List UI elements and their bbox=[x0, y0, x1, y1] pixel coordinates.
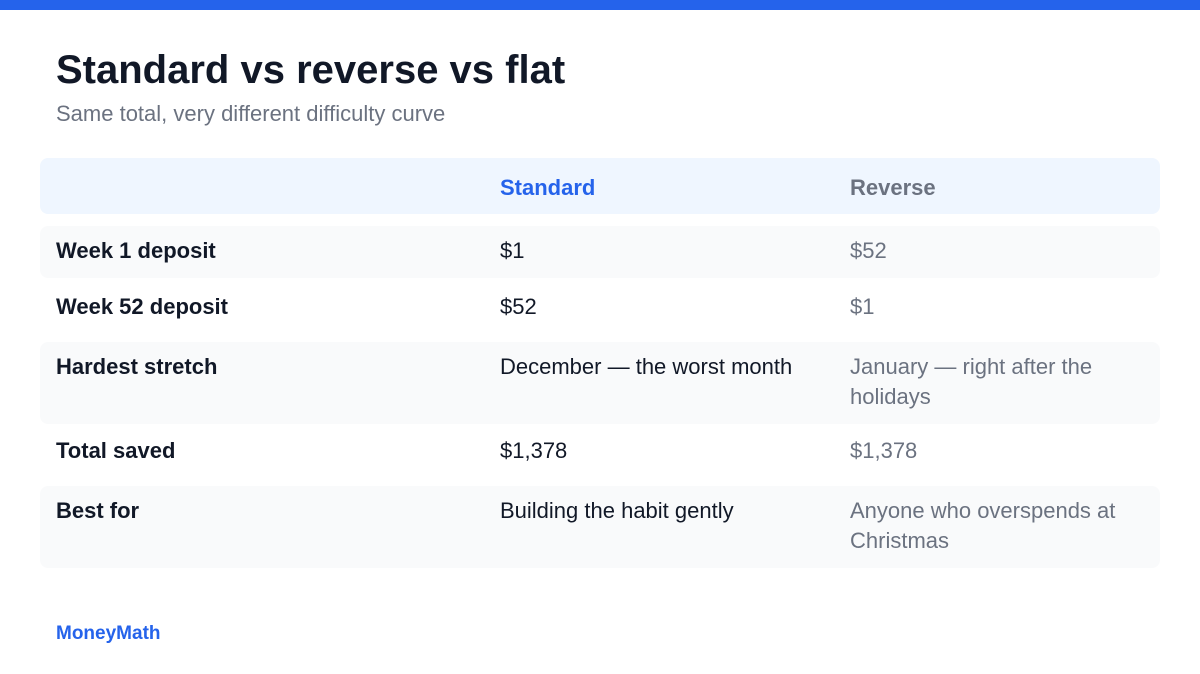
row-label: Hardest stretch bbox=[56, 354, 218, 379]
standard-value: Building the habit gently bbox=[500, 498, 734, 523]
table-row: Week 1 deposit $1 $52 bbox=[40, 226, 1160, 278]
table-row: Total saved $1,378 $1,378 bbox=[40, 426, 1160, 484]
reverse-value: $1 bbox=[850, 294, 875, 319]
reverse-value: January — right after the holidays bbox=[850, 354, 1093, 409]
table-header-row: Standard Reverse bbox=[40, 158, 1160, 214]
reverse-value: $1,378 bbox=[850, 438, 918, 463]
header-cell-reverse: Reverse bbox=[850, 175, 936, 200]
page-subtitle: Same total, very different difficulty cu… bbox=[56, 101, 446, 126]
row-label: Week 52 deposit bbox=[56, 294, 228, 319]
standard-value: $1 bbox=[500, 238, 525, 263]
top-accent-bar bbox=[0, 0, 1200, 10]
table-row: Best for Building the habit gently Anyon… bbox=[40, 486, 1160, 568]
page-title: Standard vs reverse vs flat bbox=[56, 48, 566, 92]
reverse-value: $52 bbox=[850, 238, 887, 263]
reverse-value: Anyone who overspends at Christmas bbox=[850, 498, 1116, 553]
table-row: Hardest stretch December — the worst mon… bbox=[40, 342, 1160, 424]
brand-logo-text: MoneyMath bbox=[56, 623, 161, 644]
row-label: Best for bbox=[56, 498, 140, 523]
comparison-table: Standard Reverse Week 1 deposit $1 $52 W… bbox=[40, 158, 1160, 568]
row-label: Week 1 deposit bbox=[56, 238, 216, 263]
standard-value: December — the worst month bbox=[500, 354, 793, 379]
table-row: Week 52 deposit $52 $1 bbox=[40, 282, 1160, 340]
standard-value: $52 bbox=[500, 294, 537, 319]
row-label: Total saved bbox=[56, 438, 176, 463]
standard-value: $1,378 bbox=[500, 438, 568, 463]
header-cell-standard: Standard bbox=[500, 175, 596, 200]
